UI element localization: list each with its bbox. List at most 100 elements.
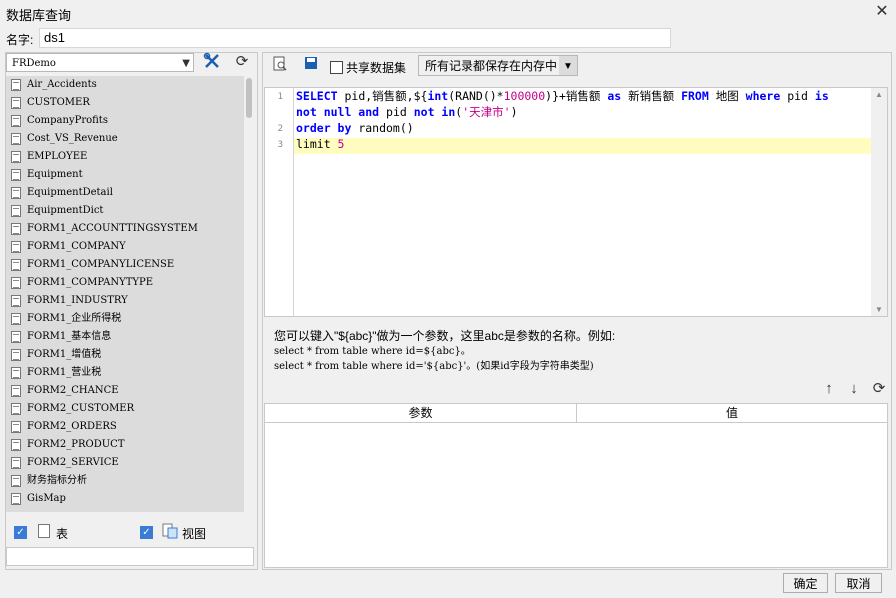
table-list-item[interactable]: EMPLOYEE [6,148,244,166]
table-list-item[interactable]: Air_Accidents [6,76,244,94]
table-list-item[interactable]: FORM1_COMPANYTYPE [6,274,244,292]
table-icon [11,223,21,235]
table-list-item[interactable]: FORM1_ACCOUNTTINGSYSTEM [6,220,244,238]
table-icon [11,205,21,217]
share-dataset-checkbox[interactable] [330,61,343,74]
chevron-down-icon: ▼ [182,58,190,69]
table-icon [11,403,21,415]
sql-editor[interactable]: 1 2 3 SELECT pid,销售额,${int(RAND()*100000… [264,87,888,317]
table-icon [11,457,21,469]
table-icon [11,331,21,343]
table-icon [11,133,21,145]
table-name: FORM1_COMPANY [27,241,126,252]
table-list-item[interactable]: FORM2_ORDERS [6,418,244,436]
table-icon [11,169,21,181]
table-name: FORM2_PRODUCT [27,439,125,450]
table-name: FORM1_增值税 [27,349,102,360]
move-down-icon[interactable]: ↓ [843,379,865,399]
datasource-value: FRDemo [12,58,56,69]
table-icon [11,187,21,199]
table-list-item[interactable]: FORM2_PRODUCT [6,436,244,454]
window-title: 数据库查询 [6,8,72,23]
connection-settings-icon[interactable] [201,52,223,72]
table-list-item[interactable]: FORM1_增值税 [6,346,244,364]
table-list-item[interactable]: FORM2_SERVICE [6,454,244,472]
refresh-icon[interactable]: ⟳ [231,52,253,72]
line-number: 1 [277,92,283,102]
table-list-item[interactable]: CompanyProfits [6,112,244,130]
table-name: GisMap [27,493,66,504]
table-icon [11,115,21,127]
storage-mode-select[interactable]: 所有记录都保存在内存中 ▼ [418,55,578,76]
table-search-input[interactable] [6,547,254,566]
table-list-scrollbar[interactable] [244,76,255,512]
table-list-item[interactable]: FORM2_CUSTOMER [6,400,244,418]
table-icon [11,421,21,433]
table-icon [11,151,21,163]
value-column-header[interactable]: 值 [577,404,887,423]
table-name: FORM2_SERVICE [27,457,119,468]
table-name: CUSTOMER [27,97,90,108]
table-name: FORM1_COMPANYLICENSE [27,259,175,270]
table-name: FORM1_营业税 [27,367,102,378]
line-gutter [265,88,294,316]
table-filter-checkbox[interactable]: ✓ [14,526,27,539]
view-icon [162,523,178,539]
table-list-item[interactable]: FORM2_CHANCE [6,382,244,400]
close-icon[interactable]: ✕ [872,2,892,22]
table-list-item[interactable]: FORM1_COMPANYLICENSE [6,256,244,274]
table-list-item[interactable]: Equipment [6,166,244,184]
table-name: FORM1_基本信息 [27,331,112,342]
param-column-header[interactable]: 参数 [265,404,577,423]
cancel-button[interactable]: 取消 [835,573,882,593]
table-icon [11,367,21,379]
table-icon [11,97,21,109]
share-dataset-label: 共享数据集 [346,61,407,75]
table-list-item[interactable]: FORM1_INDUSTRY [6,292,244,310]
table-name: FORM2_CHANCE [27,385,119,396]
table-list-item[interactable]: EquipmentDetail [6,184,244,202]
current-line-highlight [294,138,871,154]
preview-icon[interactable] [269,56,291,76]
table-list-item[interactable]: GisMap [6,490,244,508]
table-icon [11,277,21,289]
sql-line-1: SELECT pid,销售额,${int(RAND()*100000)}+销售额… [296,89,829,103]
table-list-item[interactable]: FORM1_COMPANY [6,238,244,256]
ok-button[interactable]: 确定 [783,573,828,593]
table-icon [11,241,21,253]
editor-scrollbar[interactable]: ▲ ▼ [871,88,887,316]
table-name: EquipmentDict [27,205,104,216]
table-name: CompanyProfits [27,115,108,126]
table-list-item[interactable]: Cost_VS_Revenue [6,130,244,148]
table-icon [11,439,21,451]
table-filter-label: 表 [56,527,69,541]
table-icon [11,313,21,325]
hint-example: select * from table where id=${abc}。 [274,346,471,357]
line-number: 3 [277,140,283,150]
table-list-item[interactable]: FORM1_企业所得税 [6,310,244,328]
table-name: FORM1_COMPANYTYPE [27,277,154,288]
name-input[interactable]: ds1 [39,28,671,48]
sql-line-2: order by random() [296,121,414,135]
table-icon [11,79,21,91]
table-list-item[interactable]: EquipmentDict [6,202,244,220]
save-icon[interactable] [300,56,322,76]
table-name: FORM1_INDUSTRY [27,295,128,306]
table-name: EquipmentDetail [27,187,113,198]
view-filter-checkbox[interactable]: ✓ [140,526,153,539]
table-icon [11,475,21,487]
move-up-icon[interactable]: ↑ [818,379,840,399]
storage-mode-value: 所有记录都保存在内存中 [425,59,558,73]
chevron-down-icon: ▼ [559,56,577,75]
table-list-item[interactable]: FORM1_基本信息 [6,328,244,346]
table-icon [11,385,21,397]
table-icon [11,295,21,307]
table-list-item[interactable]: 财务指标分析 [6,472,244,490]
refresh-params-icon[interactable]: ⟳ [868,379,890,399]
table-icon [11,259,21,271]
table-list-item[interactable]: CUSTOMER [6,94,244,112]
parameter-table: 参数 值 [264,403,888,568]
table-list-item[interactable]: FORM1_营业税 [6,364,244,382]
datasource-select[interactable]: FRDemo ▼ [6,53,194,72]
hint-line: 您可以键入"${abc}"做为一个参数，这里abc是参数的名称。例如: [274,329,616,343]
